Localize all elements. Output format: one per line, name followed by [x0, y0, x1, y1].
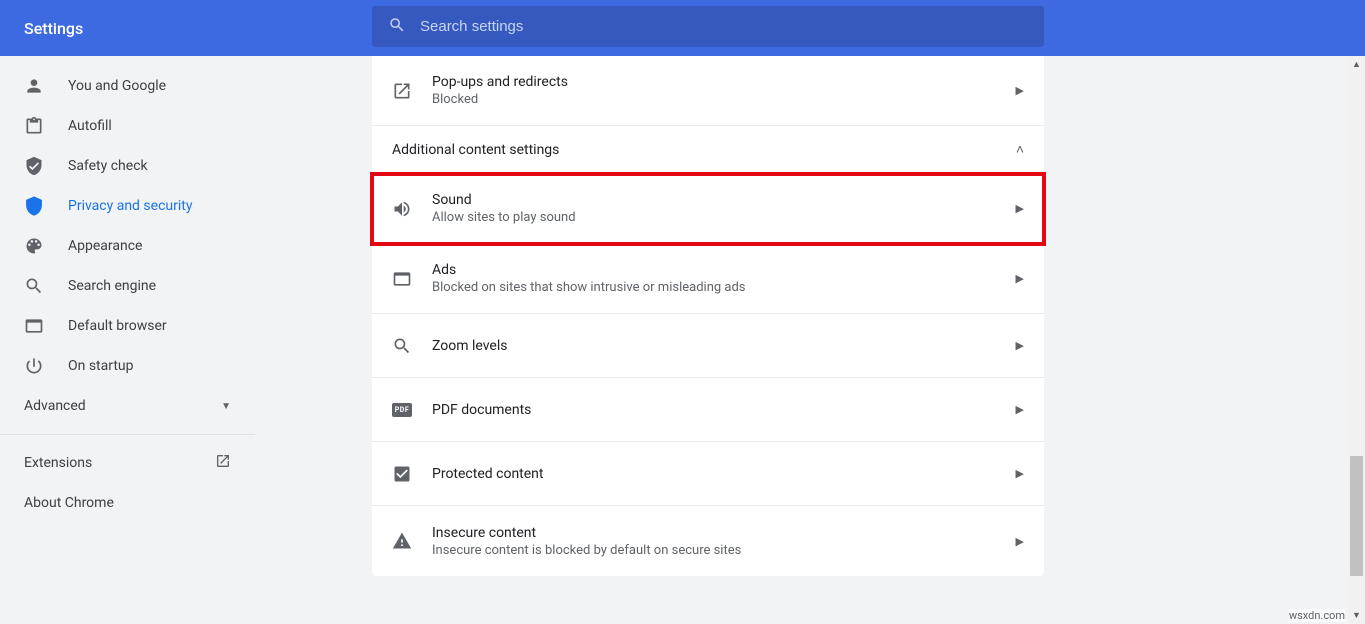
sidebar-item-privacy-security[interactable]: Privacy and security: [0, 186, 255, 226]
chevron-right-icon: ▶: [1016, 272, 1024, 285]
chevron-right-icon: ▶: [1016, 535, 1024, 548]
row-sub: Insecure content is blocked by default o…: [432, 543, 1016, 558]
sidebar-item-search-engine[interactable]: Search engine: [0, 266, 255, 306]
sidebar-item-label: Appearance: [68, 238, 142, 254]
person-icon: [24, 76, 44, 96]
header-bar: Settings: [0, 0, 1365, 56]
row-label: Protected content: [432, 466, 1016, 482]
row-label: Insecure content: [432, 525, 1016, 541]
search-icon: [24, 276, 44, 296]
protected-icon: [392, 464, 412, 484]
row-sub: Blocked: [432, 92, 1016, 107]
scroll-thumb[interactable]: [1350, 456, 1363, 576]
row-ads[interactable]: Ads Blocked on sites that show intrusive…: [372, 244, 1044, 314]
content-card: Pop-ups and redirects Blocked ▶ Addition…: [372, 56, 1044, 576]
sidebar-item-safety-check[interactable]: Safety check: [0, 146, 255, 186]
search-icon: [388, 16, 406, 38]
row-label: Zoom levels: [432, 338, 1016, 354]
about-label: About Chrome: [24, 495, 114, 511]
row-zoom-levels[interactable]: Zoom levels ▶: [372, 314, 1044, 378]
open-new-icon: [392, 81, 412, 101]
chevron-right-icon: ▶: [1016, 467, 1024, 480]
chevron-right-icon: ▶: [1016, 202, 1024, 215]
scroll-up-icon[interactable]: ▲: [1348, 56, 1365, 73]
sidebar-item-appearance[interactable]: Appearance: [0, 226, 255, 266]
sidebar-item-default-browser[interactable]: Default browser: [0, 306, 255, 346]
shield-check-icon: [24, 156, 44, 176]
sidebar-item-on-startup[interactable]: On startup: [0, 346, 255, 386]
section-additional-content[interactable]: Additional content settings ˄: [372, 126, 1044, 174]
warning-icon: [392, 531, 412, 551]
chevron-down-icon: ▼: [221, 401, 231, 412]
sidebar-about-chrome[interactable]: About Chrome: [0, 483, 255, 523]
sidebar-item-label: Default browser: [68, 318, 167, 334]
row-label: Sound: [432, 192, 1016, 208]
row-label: Pop-ups and redirects: [432, 74, 1016, 90]
zoom-icon: [392, 336, 412, 356]
search-box[interactable]: [372, 6, 1044, 47]
row-label: Ads: [432, 262, 1016, 278]
row-pdf-documents[interactable]: PDF PDF documents ▶: [372, 378, 1044, 442]
sidebar: You and Google Autofill Safety check Pri…: [0, 56, 255, 624]
scroll-down-icon[interactable]: ▼: [1348, 607, 1365, 624]
browser-icon: [24, 316, 44, 336]
sidebar-item-you-and-google[interactable]: You and Google: [0, 66, 255, 106]
section-label: Additional content settings: [392, 142, 559, 158]
divider: [0, 434, 255, 435]
row-sub: Allow sites to play sound: [432, 210, 1016, 225]
row-label: PDF documents: [432, 402, 1016, 418]
chevron-right-icon: ▶: [1016, 84, 1024, 97]
row-sub: Blocked on sites that show intrusive or …: [432, 280, 1016, 295]
sidebar-item-autofill[interactable]: Autofill: [0, 106, 255, 146]
sidebar-item-label: On startup: [68, 358, 134, 374]
chevron-right-icon: ▶: [1016, 403, 1024, 416]
palette-icon: [24, 236, 44, 256]
sidebar-item-label: Autofill: [68, 118, 112, 134]
external-link-icon: [215, 453, 231, 473]
chevron-up-icon: ˄: [1016, 141, 1024, 158]
page-title: Settings: [24, 19, 83, 38]
sidebar-item-label: You and Google: [68, 78, 166, 94]
sidebar-item-label: Safety check: [68, 158, 148, 174]
ads-icon: [392, 269, 412, 289]
chevron-right-icon: ▶: [1016, 339, 1024, 352]
advanced-label: Advanced: [24, 398, 86, 414]
right-gutter: [1045, 56, 1365, 624]
shield-icon: [24, 196, 44, 216]
source-watermark: wsxdn.com: [1289, 609, 1345, 622]
sound-icon: [392, 199, 412, 219]
sidebar-advanced[interactable]: Advanced ▼: [0, 386, 255, 426]
sidebar-item-label: Search engine: [68, 278, 156, 294]
scrollbar[interactable]: ▲ ▼: [1348, 56, 1365, 624]
sidebar-extensions[interactable]: Extensions: [0, 443, 255, 483]
clipboard-icon: [24, 116, 44, 136]
row-popups-redirects[interactable]: Pop-ups and redirects Blocked ▶: [372, 56, 1044, 126]
row-sound[interactable]: Sound Allow sites to play sound ▶: [372, 174, 1044, 244]
extensions-label: Extensions: [24, 455, 92, 471]
sidebar-item-label: Privacy and security: [68, 198, 192, 214]
power-icon: [24, 356, 44, 376]
row-protected-content[interactable]: Protected content ▶: [372, 442, 1044, 506]
pdf-icon: PDF: [392, 400, 412, 420]
row-insecure-content[interactable]: Insecure content Insecure content is blo…: [372, 506, 1044, 576]
search-input[interactable]: [420, 18, 920, 35]
